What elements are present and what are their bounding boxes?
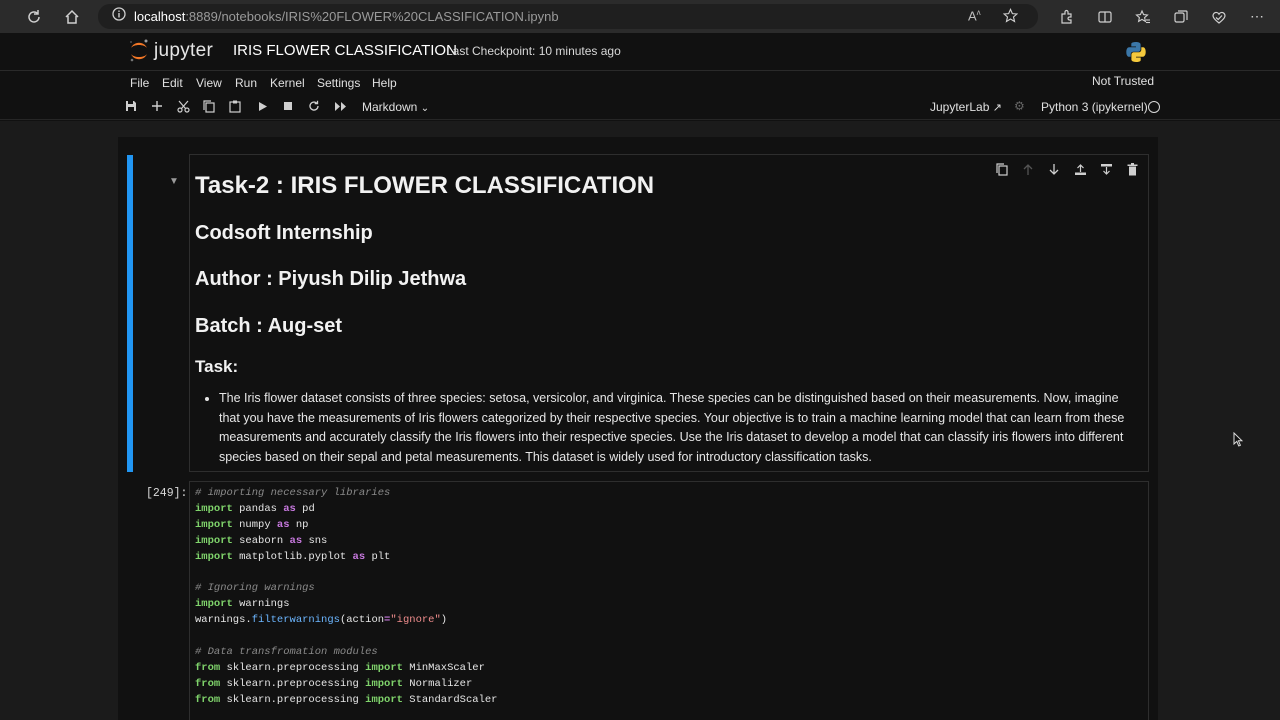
- move-down-icon[interactable]: [1046, 161, 1062, 177]
- insert-below-icon[interactable]: [1098, 161, 1114, 177]
- home-icon[interactable]: [61, 6, 83, 28]
- jupyter-logo-text: jupyter: [154, 40, 214, 61]
- more-options-icon[interactable]: ⋯: [1246, 6, 1268, 28]
- favorite-star-icon[interactable]: [1002, 8, 1019, 28]
- notebook-toolbar: Markdown ⌄ JupyterLab ↗ ⚙ Python 3 (ipyk…: [0, 94, 1280, 120]
- browser-toolbar: localhost:8889/notebooks/IRIS%20FLOWER%2…: [0, 0, 1280, 33]
- kernel-name[interactable]: Python 3 (ipykernel): [1041, 100, 1148, 114]
- collections-icon[interactable]: [1170, 6, 1192, 28]
- collapse-caret-icon[interactable]: ▼: [169, 176, 179, 187]
- code-line: # Data transfromation modules: [195, 646, 378, 659]
- cell-type-select[interactable]: Markdown ⌄: [362, 100, 429, 114]
- menu-edit[interactable]: Edit: [162, 76, 183, 90]
- favorites-icon[interactable]: [1132, 6, 1154, 28]
- add-cell-icon[interactable]: [150, 99, 164, 113]
- batch-heading: Batch : Aug-set: [195, 315, 343, 337]
- menu-view[interactable]: View: [196, 76, 222, 90]
- menu-bar: File Edit View Run Kernel Settings Help …: [0, 71, 1280, 94]
- cell-toolbar: [994, 161, 1140, 177]
- refresh-icon[interactable]: [23, 6, 45, 28]
- markdown-cell[interactable]: Task-2 : IRIS FLOWER CLASSIFICATION Cods…: [189, 154, 1149, 472]
- run-icon[interactable]: [255, 99, 269, 113]
- internship-heading: Codsoft Internship: [195, 222, 373, 244]
- url-path: :8889/notebooks/IRIS%20FLOWER%20CLASSIFI…: [185, 9, 559, 24]
- code-line: # importing necessary libraries: [195, 487, 391, 499]
- save-icon[interactable]: [124, 99, 138, 113]
- kernel-idle-indicator-icon: [1148, 101, 1160, 113]
- url-text: localhost:8889/notebooks/IRIS%20FLOWER%2…: [134, 9, 559, 24]
- menu-run[interactable]: Run: [235, 76, 257, 90]
- extensions-icon[interactable]: [1056, 6, 1078, 28]
- insert-above-icon[interactable]: [1072, 161, 1088, 177]
- external-link-icon: ↗: [992, 102, 1002, 114]
- browser-essentials-icon[interactable]: [1208, 6, 1230, 28]
- last-checkpoint: Last Checkpoint: 10 minutes ago: [446, 44, 621, 58]
- split-screen-icon[interactable]: [1094, 6, 1116, 28]
- active-cell-indicator[interactable]: [127, 155, 133, 472]
- execution-count: [249]:: [146, 487, 188, 500]
- author-heading: Author : Piyush Dilip Jethwa: [195, 268, 467, 290]
- menu-help[interactable]: Help: [372, 76, 397, 90]
- mouse-cursor-icon: [1233, 431, 1244, 452]
- duplicate-cell-icon[interactable]: [994, 161, 1010, 177]
- url-host: localhost: [134, 9, 186, 24]
- menu-kernel[interactable]: Kernel: [270, 76, 305, 90]
- task-heading: Task-2 : IRIS FLOWER CLASSIFICATION: [195, 172, 655, 199]
- jupyter-logo[interactable]: jupyter: [128, 38, 213, 64]
- code-editor[interactable]: # importing necessary libraries import p…: [195, 486, 497, 709]
- restart-icon[interactable]: [307, 99, 321, 113]
- chevron-down-icon: ⌄: [420, 103, 430, 114]
- fast-forward-icon[interactable]: [333, 99, 347, 113]
- info-icon[interactable]: [112, 7, 126, 26]
- jupyter-logo-icon: [130, 39, 148, 62]
- code-line: # Ignoring warnings: [195, 582, 315, 595]
- task-subheading: Task:: [195, 357, 239, 376]
- address-bar[interactable]: localhost:8889/notebooks/IRIS%20FLOWER%2…: [98, 4, 1038, 29]
- jupyterlab-link[interactable]: JupyterLab ↗: [930, 100, 1002, 114]
- trust-status[interactable]: Not Trusted: [1092, 74, 1154, 88]
- menu-settings[interactable]: Settings: [317, 76, 360, 90]
- cell-type-value: Markdown: [362, 100, 418, 114]
- read-aloud-icon[interactable]: Aʌ: [968, 8, 981, 23]
- menu-file[interactable]: File: [130, 76, 149, 90]
- notebook-title[interactable]: IRIS FLOWER CLASSIFICATION: [233, 42, 457, 59]
- task-description-list: The Iris flower dataset consists of thre…: [203, 389, 1133, 467]
- python-logo-icon: [1124, 40, 1148, 69]
- code-cell[interactable]: # importing necessary libraries import p…: [189, 481, 1149, 720]
- stop-icon[interactable]: [281, 99, 295, 113]
- kernel-settings-gear-icon[interactable]: ⚙: [1014, 99, 1025, 113]
- task-description: The Iris flower dataset consists of thre…: [219, 389, 1133, 467]
- jupyterlab-label: JupyterLab: [930, 100, 990, 114]
- paste-icon[interactable]: [228, 99, 242, 113]
- jupyter-header: jupyter IRIS FLOWER CLASSIFICATION Last …: [0, 33, 1280, 71]
- delete-cell-icon[interactable]: [1124, 161, 1140, 177]
- copy-icon[interactable]: [202, 99, 216, 113]
- cut-icon[interactable]: [176, 99, 190, 113]
- move-up-icon[interactable]: [1020, 161, 1036, 177]
